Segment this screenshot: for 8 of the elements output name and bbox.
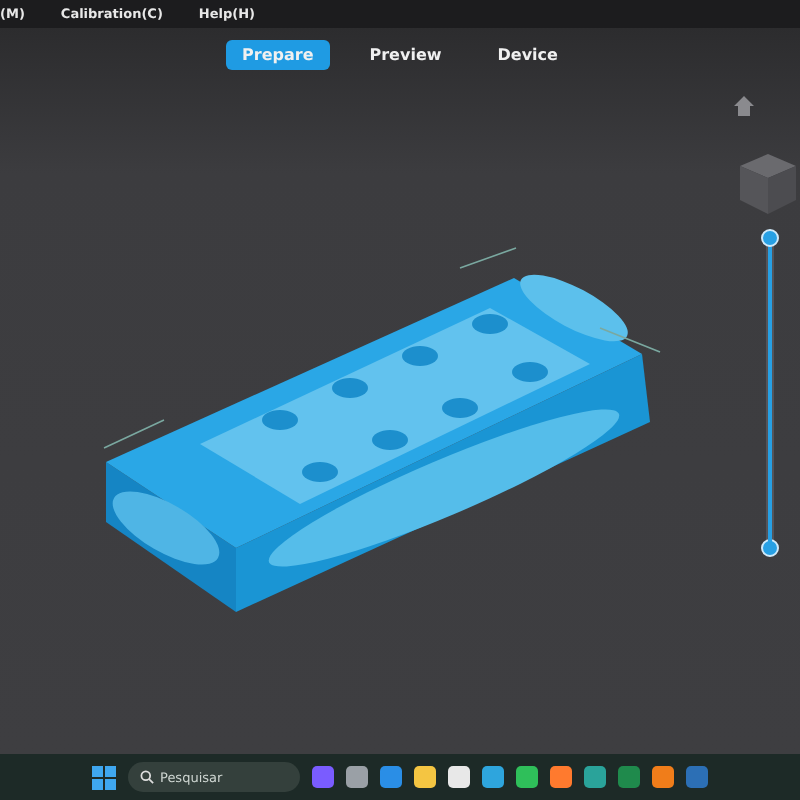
slider-thumb[interactable] [761, 229, 779, 247]
view-tab[interactable]: Preview [353, 40, 458, 70]
windows-logo-icon[interactable] [92, 765, 116, 789]
search-icon [140, 770, 154, 784]
3d-viewport[interactable]: Prepare Preview Device [0, 28, 800, 754]
home-icon[interactable] [732, 94, 756, 118]
model-drawing[interactable] [103, 247, 661, 612]
view-tab[interactable]: Device [481, 40, 574, 70]
